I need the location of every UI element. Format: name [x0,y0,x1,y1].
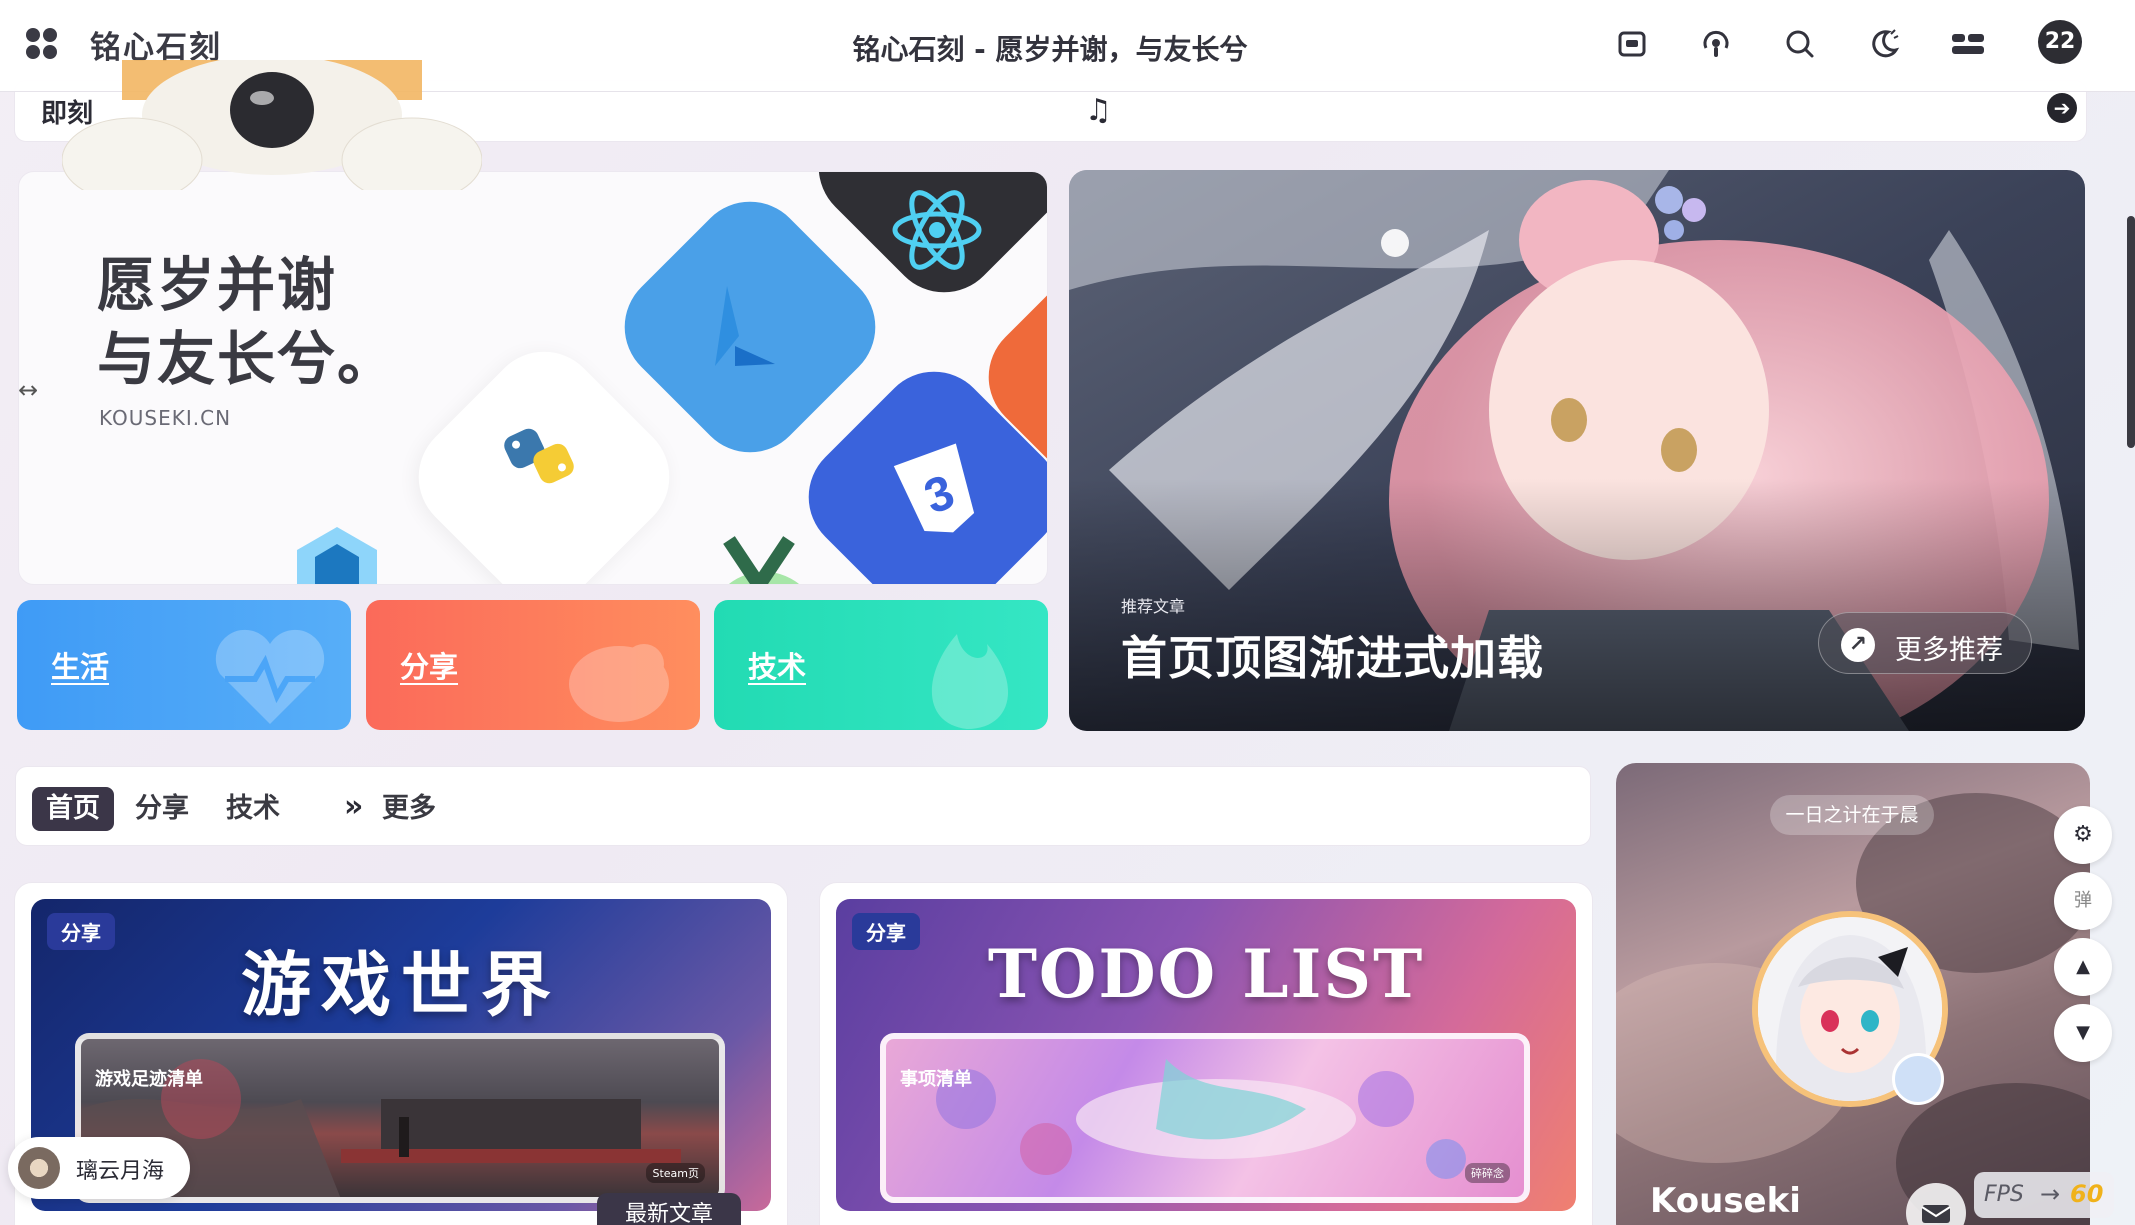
page-scrollbar[interactable] [2127,216,2135,448]
tab-home[interactable]: 首页 [32,787,114,831]
random-post-icon[interactable] [1612,24,1652,64]
album-cover [18,1147,60,1189]
hero-card[interactable]: 3 愿岁并谢 与友长兮。 KOUSEKI.CN [18,171,1048,585]
mascot-decoration [62,60,482,190]
profile-name: Kouseki [1650,1181,1801,1221]
notice-arrow-icon[interactable]: ➔ [2047,93,2077,123]
more-recommend-label: 更多推荐 [1895,635,2003,666]
featured-post-title[interactable]: 首页顶图渐进式加载 [1121,622,1544,688]
post-cover: 分享 TODO LIST 事项清单 碎碎念 [836,899,1576,1211]
page: 铭心石刻 铭心石刻 - 愿岁并谢，与友长兮 22 即刻 ♫ ➔ 3 愿岁并谢 与… [0,0,2135,1225]
mail-icon[interactable] [1906,1183,1966,1225]
featured-post-category: 推荐文章 [1121,597,1186,616]
music-player-pill[interactable]: 璃云月海 [8,1137,190,1199]
post-screenshot-label: 游戏足迹清单 [95,1069,203,1090]
fire-icon [931,634,1009,729]
category-share-button[interactable]: 分享 [366,600,700,730]
music-note-icon: ♫ [1085,93,1112,128]
post-screenshot-label: 事项清单 [900,1069,972,1090]
category-tabs-bar: 首页 分享 技术 » 更多 [15,766,1591,846]
arrow-up-right-icon: ↗ [1841,628,1875,662]
fps-label: FPS [1984,1182,2024,1207]
featured-post-card[interactable]: 推荐文章 首页顶图渐进式加载 ↗ 更多推荐 [1069,170,2085,731]
illustration-image [936,1059,1466,1179]
python-icon [504,428,574,484]
post-card-todo[interactable]: 分享 TODO LIST 事项清单 碎碎念 [819,882,1593,1225]
scroll-up-icon[interactable]: ▲ [2054,938,2112,996]
vue-icon [723,536,795,584]
settings-gear-icon[interactable]: ⚙ [2054,806,2112,864]
fps-arrow-icon: → [2040,1180,2061,1208]
kotlin-icon [715,286,775,366]
category-tech-button[interactable]: 技术 [714,600,1048,730]
webpack-icon [297,527,377,584]
bird-icon [569,644,669,722]
post-category-badge[interactable]: 分享 [852,913,920,950]
category-tech-label: 技术 [748,650,807,684]
hero-subtitle: KOUSEKI.CN [99,406,232,430]
tab-tech[interactable]: 技术 [226,787,280,831]
category-life-label: 生活 [51,650,110,684]
category-life-button[interactable]: 生活 [17,600,351,730]
fps-value: 60 [2070,1180,2104,1208]
theme-toggle-icon[interactable] [1864,24,1904,64]
post-cover-title: TODO LIST [987,935,1425,1013]
music-track-name: 璃云月海 [76,1159,165,1184]
hero-title-line1: 愿岁并谢 [97,251,338,319]
profile-card: 一日之计在于晨 Kouseki [1616,763,2090,1225]
react-icon [892,190,982,270]
scroll-down-icon[interactable]: ▼ [2054,1004,2112,1062]
profile-motto: 一日之计在于晨 [1770,795,1934,835]
hero-title-line2: 与友长兮。 [97,325,398,393]
podcast-icon[interactable] [1696,24,1736,64]
double-chevron-icon[interactable]: » [344,787,363,827]
category-share-label: 分享 [400,650,459,684]
heart-pulse-icon [215,629,325,724]
tab-more[interactable]: 更多 [382,787,436,831]
search-icon[interactable] [1780,24,1820,64]
latest-posts-tag: 最新文章 [597,1193,741,1225]
fps-indicator: FPS → 60 [1974,1172,2114,1218]
post-category-badge[interactable]: 分享 [47,913,115,950]
tab-share[interactable]: 分享 [135,787,189,831]
drag-handle-icon[interactable]: ↔ [18,376,38,404]
post-cover-title: 游戏世界 [241,944,561,1026]
hero-title: 愿岁并谢 与友长兮。 [97,248,397,396]
danmaku-toggle-button[interactable]: 弹 [2054,872,2112,930]
sidebar-toggle-icon[interactable] [1948,24,1988,64]
post-screenshot-tag: 碎碎念 [1465,1163,1510,1183]
post-screenshot-tag: Steam页 [646,1163,705,1183]
profile-mini-avatar [1892,1053,1944,1105]
user-avatar-badge[interactable]: 22 [2038,20,2082,64]
css3-icon: 3 [893,443,975,533]
more-recommend-button[interactable]: ↗ 更多推荐 [1818,612,2032,674]
post-screenshot: 事项清单 碎碎念 [880,1033,1530,1203]
